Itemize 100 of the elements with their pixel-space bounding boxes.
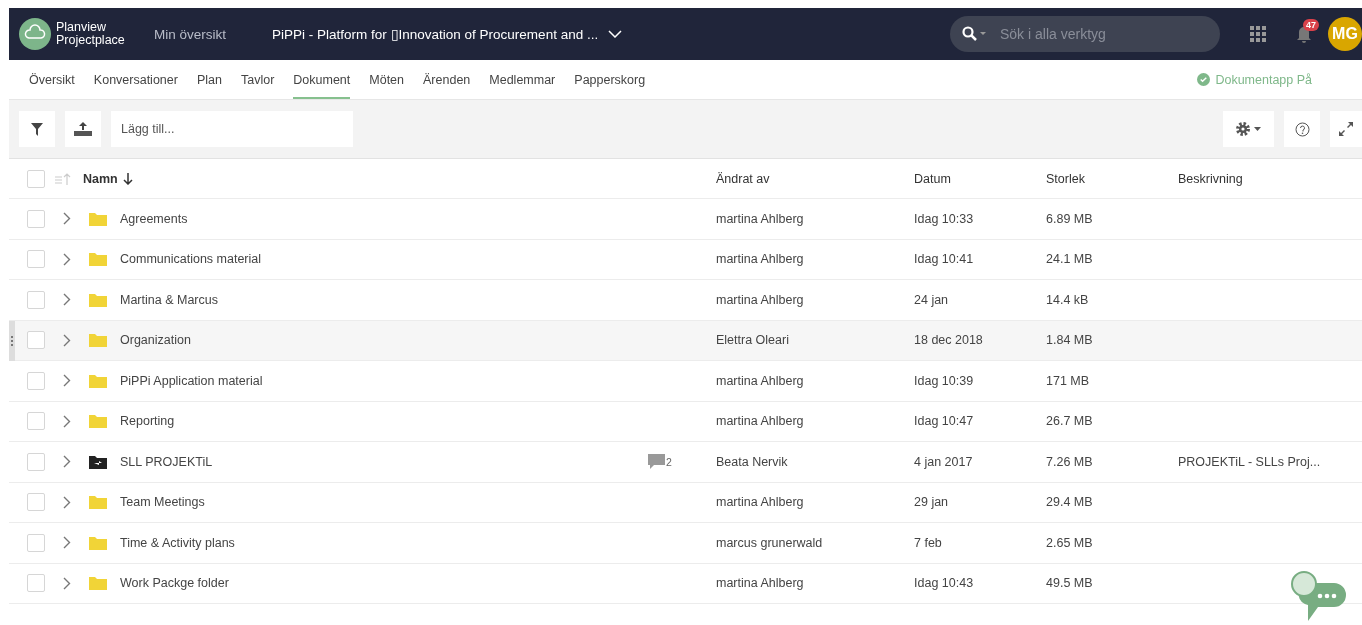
column-header[interactable]: Ändrat av [716,171,914,186]
my-overview-link[interactable]: Min översikt [154,26,226,42]
nav-tab[interactable]: Möten [369,60,405,99]
chevron-right-icon[interactable] [63,252,71,266]
size-cell-text: 29.4 MB [1046,495,1094,510]
size-cell-text: 26.7 MB [1046,414,1094,429]
folder-icon [89,414,107,429]
file-name[interactable]: Team Meetings [120,495,640,510]
folder-icon [89,292,107,307]
modified-by: martina Ahlberg [716,252,805,267]
file-name[interactable]: Communications material [120,252,640,267]
date-cell-text: 7 feb [914,535,943,550]
description-cell-text: PROJEKTiL - SLLs Proj... [1178,454,1322,469]
filter-button[interactable] [19,111,55,147]
expand-button[interactable] [1330,111,1362,147]
file-name[interactable]: PiPPi Application material [120,373,640,388]
chevron-right-icon[interactable] [63,212,71,226]
row-checkbox[interactable] [27,371,45,390]
file-name[interactable]: Agreements [120,211,640,226]
column-header[interactable]: Beskrivning [1178,171,1362,186]
row-checkbox[interactable] [27,331,45,350]
settings-icon [1234,121,1263,137]
size-cell-text: 14.4 kB [1046,292,1090,307]
size-cell-text: 24.1 MB [1046,252,1094,267]
modified-by: Elettra Oleari [716,333,790,348]
chevron-right-icon[interactable] [63,455,71,469]
row-checkbox[interactable] [27,250,45,269]
nav-tab[interactable]: Papperskorg [574,60,646,99]
file-name[interactable]: Reporting [120,414,640,429]
file-name[interactable]: Organization [120,333,640,348]
chevron-right-icon[interactable] [63,495,71,509]
column-header[interactable]: Storlek [1046,171,1178,186]
chat-bubble-icon[interactable] [1290,571,1348,623]
modified-by: Beata Nervik [716,454,789,469]
shared-folder-icon [89,454,107,469]
upload-button[interactable] [65,111,101,147]
row-checkbox[interactable] [27,493,45,512]
logo-text: Planview Projectplace [56,21,126,47]
nav-tab[interactable]: Tavlor [240,60,275,99]
column-header[interactable]: Datum [914,171,1046,186]
folder-icon [89,211,107,226]
chevron-right-icon[interactable] [63,333,71,347]
project-title[interactable]: PiPPi - Platform for ▯Innovation of Procurement and ... [272,26,599,42]
date-cell-text: Idag 10:41 [914,252,975,267]
folder-icon [89,495,107,510]
size-cell-text: 7.26 MB [1046,454,1094,469]
file-name[interactable]: Martina & Marcus [120,292,640,307]
date-cell-text: Idag 10:47 [914,414,975,429]
column-header[interactable]: Namn [83,171,118,186]
file-name[interactable]: Work Packge folder [120,576,640,591]
nav-tab[interactable]: Plan [196,60,222,99]
size-cell-text: 49.5 MB [1046,576,1094,591]
expand-icon [1338,121,1354,137]
comment-icon[interactable] [648,454,665,470]
date-cell-text: 18 dec 2018 [914,333,984,348]
help-button[interactable] [1284,111,1320,147]
modified-by: martina Ahlberg [716,211,805,226]
add-field[interactable]: Lägg till... [111,111,353,147]
modified-by: martina Ahlberg [716,373,805,388]
modified-by: martina Ahlberg [716,576,805,591]
size-cell-text: 2.65 MB [1046,535,1094,550]
apps-grid-icon[interactable] [1250,26,1266,42]
chevron-right-icon[interactable] [63,536,71,550]
search-field[interactable]: Sök i alla verktyg [950,16,1220,52]
date-cell-text: Idag 10:33 [914,211,975,226]
folder-icon [89,333,107,348]
row-checkbox[interactable] [27,412,45,431]
chevron-down-icon[interactable] [608,30,623,38]
row-checkbox[interactable] [27,209,45,228]
folder-icon [89,535,107,550]
arrow-down-icon [122,172,133,185]
table-row[interactable]: Organization Elettra Oleari 18 dec 2018 1.84 MB [9,320,1362,361]
row-checkbox[interactable] [27,533,45,552]
select-all-checkbox[interactable] [27,169,45,188]
modified-by: marcus grunerwald [716,535,824,550]
folder-icon [89,252,107,267]
nav-tab[interactable]: Medlemmar [489,60,556,99]
settings-button[interactable] [1223,111,1274,147]
drag-handle-icon[interactable] [9,320,15,361]
modified-by: martina Ahlberg [716,495,805,510]
check-circle-icon [1197,73,1211,86]
size-cell-text: 1.84 MB [1046,333,1094,348]
nav-tab[interactable]: Konversationer [93,60,178,99]
chevron-right-icon[interactable] [63,293,71,307]
chevron-right-icon[interactable] [63,414,71,428]
nav-tab[interactable]: Översikt [29,60,75,99]
file-name[interactable]: Time & Activity plans [120,535,640,550]
date-cell-text: 4 jan 2017 [914,454,974,469]
upload-icon [74,122,92,136]
filter-icon [31,122,43,136]
row-checkbox[interactable] [27,574,45,593]
row-checkbox[interactable] [27,290,45,309]
date-cell-text: Idag 10:43 [914,576,975,591]
date-cell-text: Idag 10:39 [914,373,975,388]
file-name[interactable]: SLL PROJEKTiL [120,454,640,469]
chevron-right-icon[interactable] [63,576,71,590]
row-checkbox[interactable] [27,452,45,471]
chevron-right-icon[interactable] [63,374,71,388]
modified-by: martina Ahlberg [716,292,805,307]
nav-tab[interactable]: Ärenden [423,60,471,99]
